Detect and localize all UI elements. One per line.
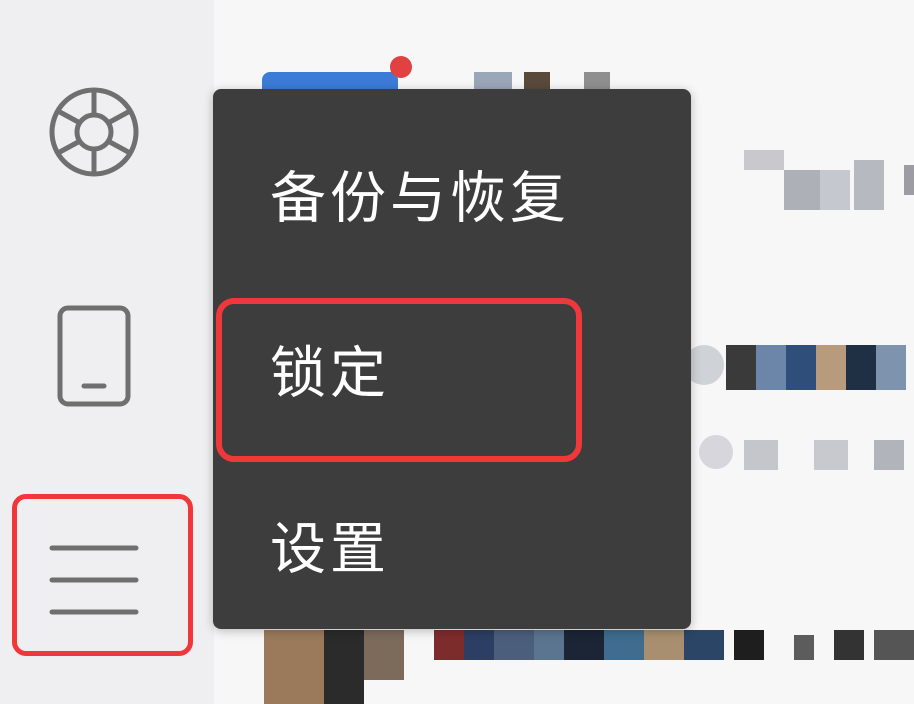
phone-icon[interactable] [56,304,132,408]
blurred-content [744,150,784,170]
blurred-content [464,630,494,660]
blurred-content [734,630,764,660]
blurred-content [794,635,814,660]
blurred-content [876,345,906,390]
blurred-content [534,630,564,660]
blurred-content [784,170,820,210]
blurred-content [604,630,644,660]
blurred-content [756,345,786,390]
blurred-content [834,630,864,660]
blurred-content [434,630,464,660]
lock-item-highlight [216,298,582,462]
blurred-content [364,630,404,680]
blurred-content [874,440,904,470]
blurred-content [494,630,534,660]
blurred-content [699,435,733,469]
blurred-content [786,345,816,390]
moments-icon[interactable] [48,86,140,178]
blurred-content [744,440,778,470]
blurred-content [324,630,364,704]
menu-item-label: 设置 [270,517,390,583]
blurred-content [564,630,604,660]
unread-dot [390,56,412,78]
blurred-content [264,630,324,704]
blurred-content [684,630,724,660]
blurred-content [816,345,846,390]
menu-item-label: 备份与恢复 [270,166,570,232]
blurred-content [814,440,848,470]
blurred-content [644,630,684,660]
menu-button-highlight [12,494,193,656]
menu-item-backup-restore[interactable]: 备份与恢复 [213,134,691,254]
blurred-content [820,170,850,210]
blurred-content [904,165,914,195]
blurred-content [874,630,914,660]
blurred-content [854,160,884,210]
blurred-content [726,345,756,390]
left-sidebar [0,0,214,704]
menu-item-settings[interactable]: 设置 [213,485,691,605]
blurred-content [846,345,876,390]
